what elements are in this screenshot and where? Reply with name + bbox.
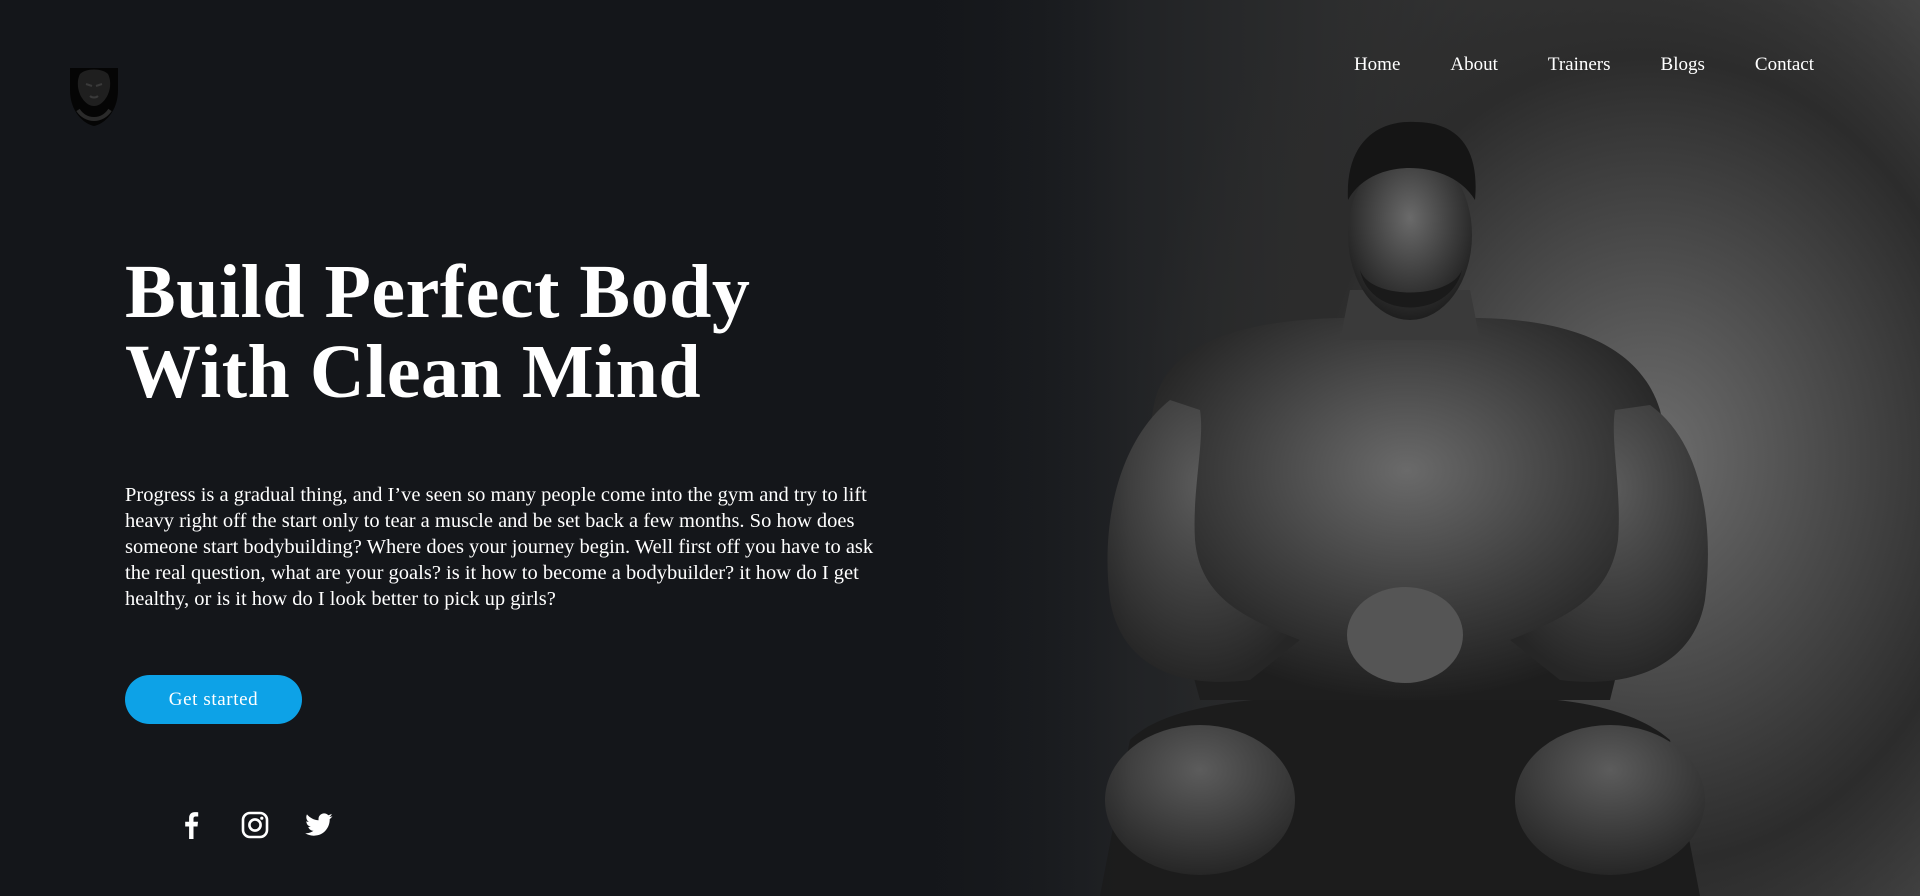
nav-item-blogs[interactable]: Blogs <box>1661 54 1705 76</box>
get-started-button[interactable]: Get started <box>125 675 302 724</box>
instagram-link[interactable] <box>240 810 270 840</box>
social-links <box>176 810 334 840</box>
landing-page: Home About Trainers Blogs Contact Build … <box>0 0 1920 896</box>
nav-item-home[interactable]: Home <box>1354 54 1400 76</box>
instagram-icon <box>241 811 269 839</box>
nav-item-about[interactable]: About <box>1450 54 1498 76</box>
hero-title: Build Perfect Body With Clean Mind <box>125 252 750 412</box>
hero-bodybuilder-image <box>870 0 1920 896</box>
twitter-icon <box>305 813 333 836</box>
main-nav: Home About Trainers Blogs Contact <box>1354 54 1814 76</box>
nav-item-trainers[interactable]: Trainers <box>1548 54 1611 76</box>
facebook-link[interactable] <box>176 810 206 840</box>
nav-item-contact[interactable]: Contact <box>1755 54 1814 76</box>
lion-shield-logo-icon <box>70 68 118 126</box>
brand-logo[interactable] <box>66 60 122 128</box>
facebook-icon <box>185 812 199 839</box>
hero-title-line-1: Build Perfect Body <box>125 250 751 334</box>
bodybuilder-silhouette <box>1100 121 1708 896</box>
hero-description: Progress is a gradual thing, and I’ve se… <box>125 484 874 610</box>
hero-title-line-2: With Clean Mind <box>125 330 702 414</box>
twitter-link[interactable] <box>304 810 334 840</box>
